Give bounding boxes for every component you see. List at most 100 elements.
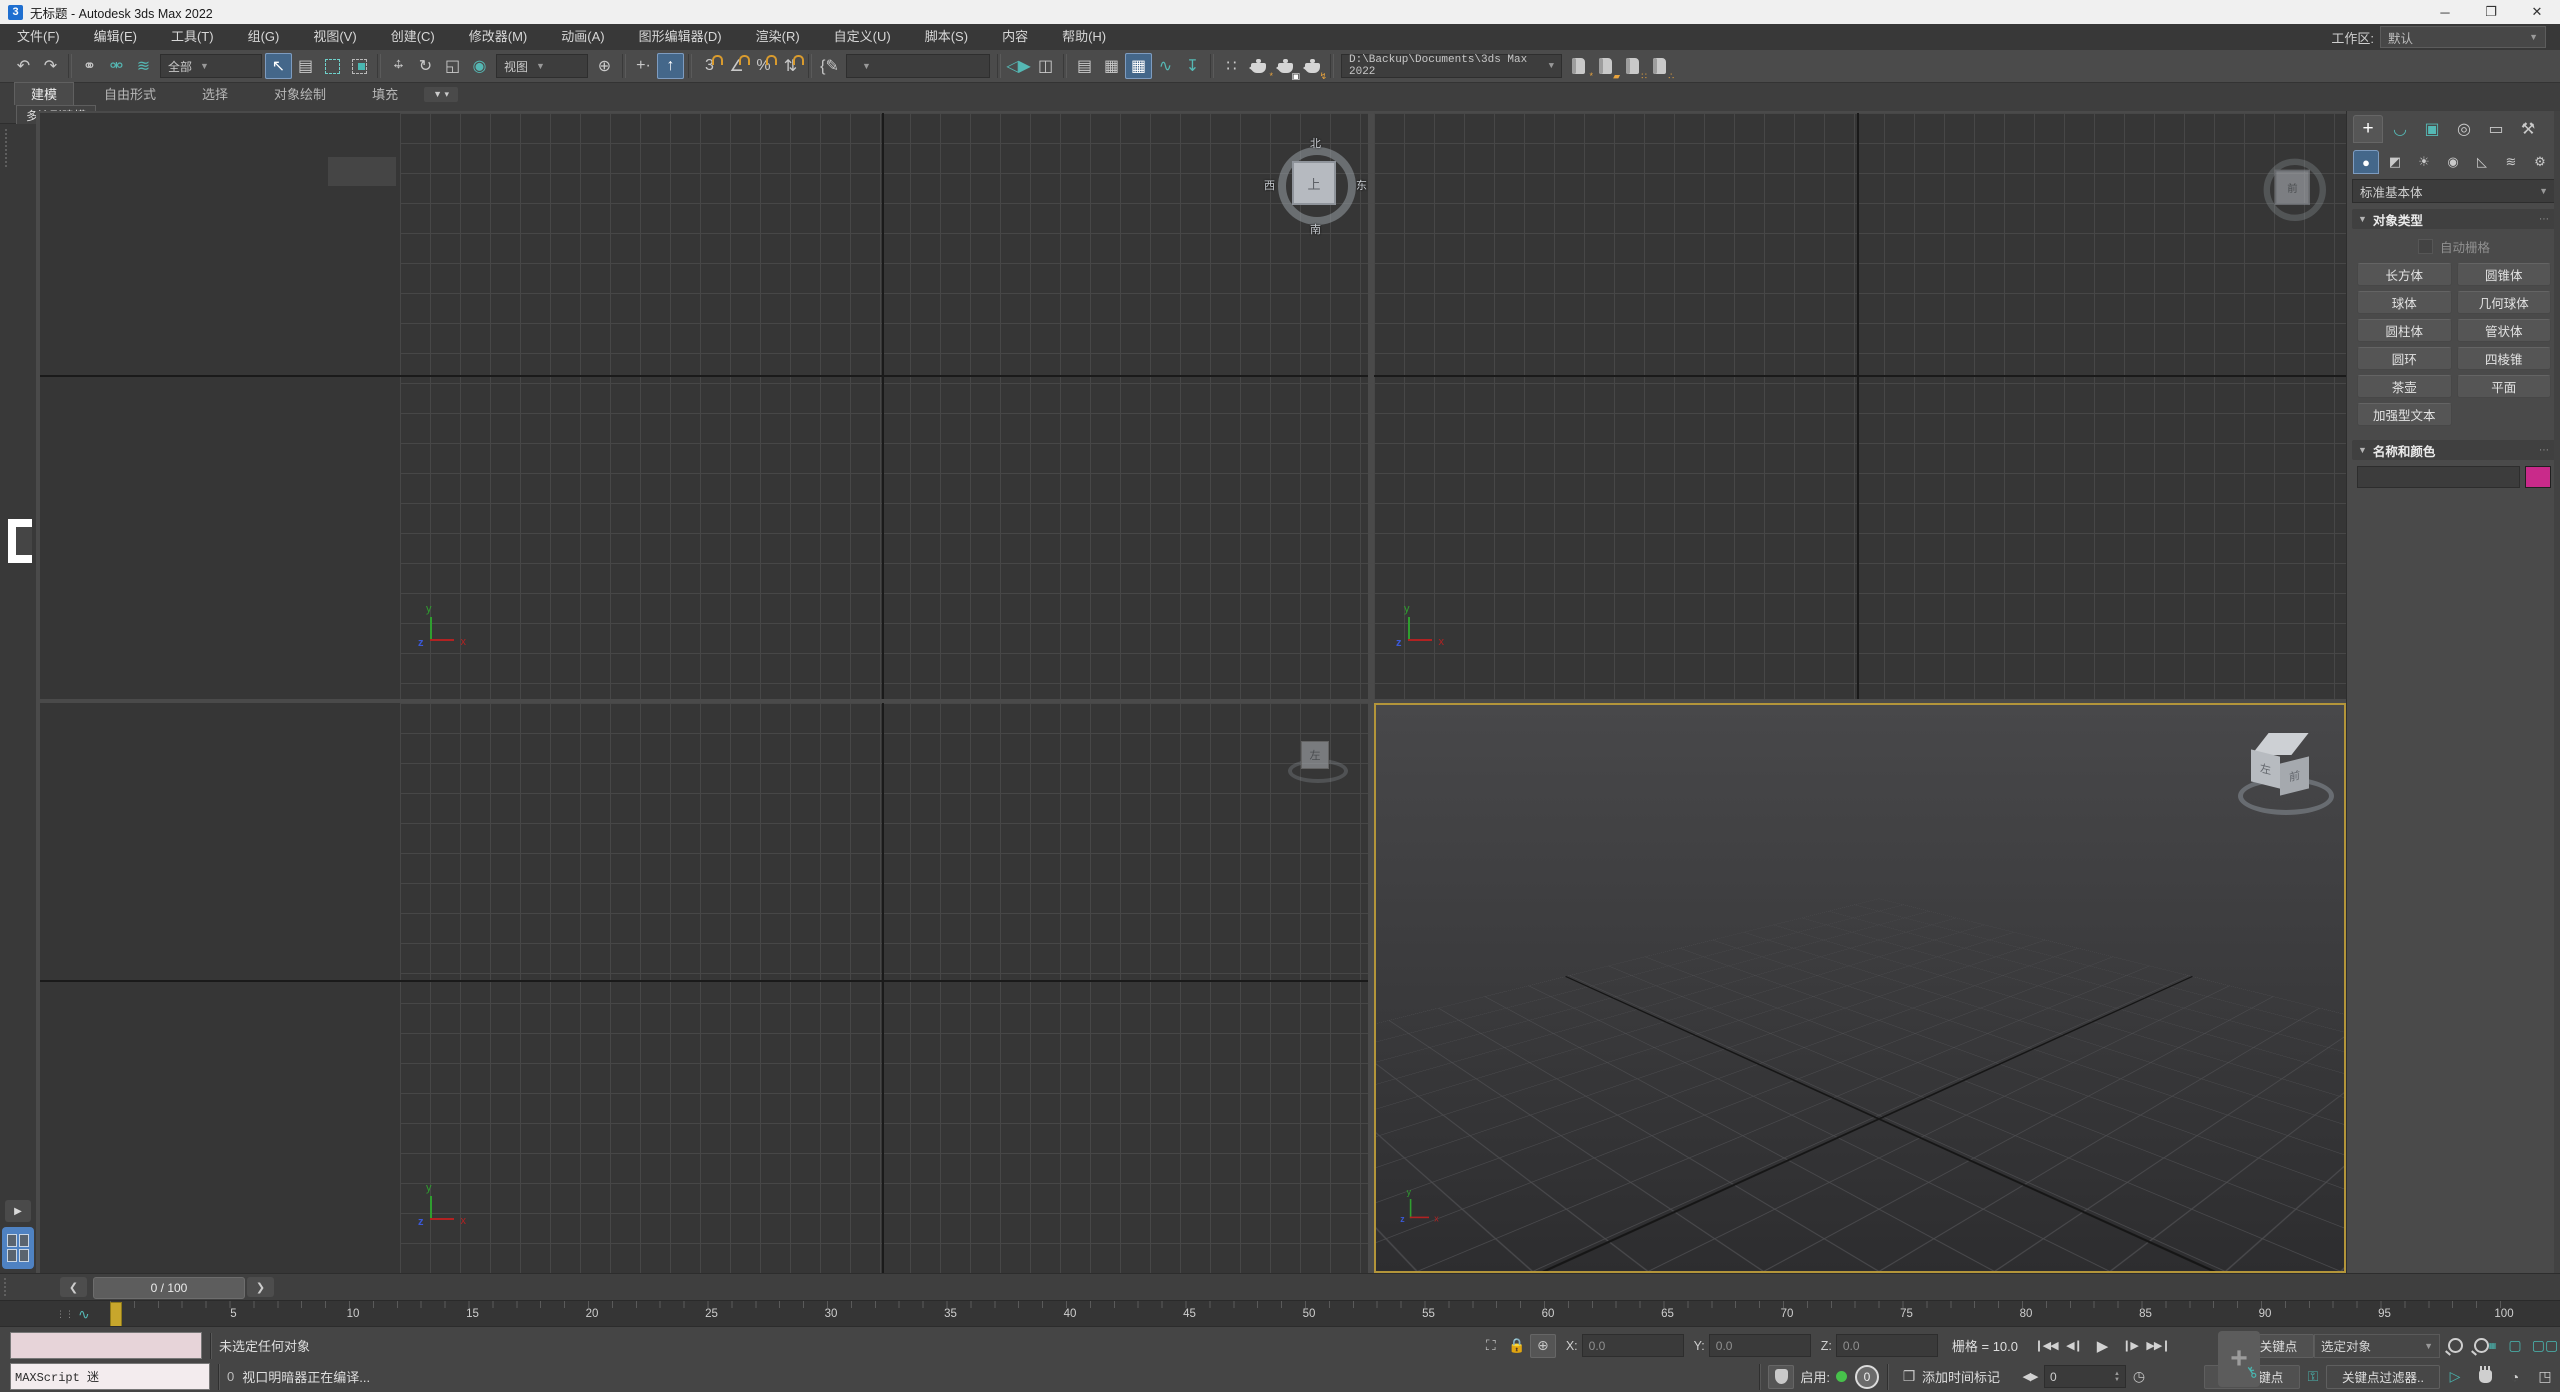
scene-explorer-icon[interactable]: ▤ <box>1071 53 1098 79</box>
previous-frame-arrow[interactable]: ❮ <box>60 1277 87 1297</box>
select-rotate-icon[interactable]: ↻ <box>412 53 439 79</box>
external-refs-icon[interactable]: ∴ <box>1646 53 1673 79</box>
snap-angle-icon[interactable]: ∠ <box>723 53 750 79</box>
viewcube[interactable]: 左 前 <box>2232 731 2342 821</box>
key-mode-toggle-icon[interactable]: ◀▶ <box>2016 1366 2044 1388</box>
ribbon-tab[interactable]: 填充 <box>356 83 414 105</box>
rollout-object-type-header[interactable]: ▼ 对象类型 ⋯ <box>2352 209 2556 229</box>
tab-display-icon[interactable]: ▭ <box>2481 115 2511 143</box>
autogrid-checkbox[interactable] <box>2418 239 2433 254</box>
selection-region-icon[interactable] <box>319 53 346 79</box>
compass-north[interactable]: 北 <box>1310 135 1321 151</box>
menu-item[interactable]: 编辑(E) <box>77 24 154 50</box>
category-geometry-icon[interactable]: ● <box>2353 150 2379 174</box>
primitive-category-select[interactable]: 标准基本体 ▼ <box>2352 179 2556 203</box>
object-name-input[interactable] <box>2357 466 2520 488</box>
z-coordinate-field[interactable]: 0.0 <box>1836 1334 1938 1357</box>
x-coordinate-field[interactable]: 0.0 <box>1582 1334 1684 1357</box>
field-of-view-icon[interactable]: ▷ <box>2440 1365 2470 1389</box>
render-production-icon[interactable]: ↯ <box>1299 53 1326 79</box>
compass-south[interactable]: 南 <box>1310 221 1321 237</box>
primitive-button[interactable]: 圆柱体 <box>2357 319 2452 342</box>
menu-item[interactable]: 工具(T) <box>154 24 231 50</box>
current-frame-field[interactable]: 0 ▲ ▼ <box>2044 1365 2126 1388</box>
primitive-button[interactable]: 圆环 <box>2357 347 2452 370</box>
ribbon-tab[interactable]: 建模 <box>14 82 74 105</box>
zoom-all-icon[interactable]: ▦ <box>2470 1334 2500 1358</box>
time-configuration-icon[interactable]: ◷ <box>2126 1365 2152 1389</box>
select-manipulate-icon[interactable]: +· <box>630 53 657 79</box>
maxscript-mini-listener[interactable]: MAXScript 迷 <box>10 1363 210 1390</box>
workspace-select[interactable]: 默认 ▼ <box>2380 26 2546 48</box>
restore-button[interactable]: ❐ <box>2468 0 2514 24</box>
tab-create-icon[interactable]: + <box>2353 115 2383 143</box>
compass-east[interactable]: 东 <box>1356 177 1367 193</box>
viewport-top[interactable]: 上 北 南 西 东 y x z <box>40 113 1368 699</box>
primitive-button[interactable]: 管状体 <box>2457 319 2552 342</box>
object-color-swatch[interactable] <box>2525 466 2551 488</box>
viewport-left[interactable]: 左 y x z <box>40 703 1368 1273</box>
tab-hierarchy-icon[interactable]: ▣ <box>2417 115 2447 143</box>
tab-utilities-icon[interactable]: ⚒ <box>2513 115 2543 143</box>
menu-item[interactable]: 内容 <box>985 24 1045 50</box>
set-keys-button[interactable]: + ⚷ <box>2218 1331 2260 1387</box>
isolate-selection-icon[interactable]: ⛶ <box>1478 1334 1504 1358</box>
add-time-tag[interactable]: 添加时间标记 <box>1922 1367 2000 1386</box>
current-frame-marker[interactable] <box>110 1302 122 1328</box>
bind-spacewarp-icon[interactable]: ≋ <box>130 53 157 79</box>
render-setup-icon[interactable]: * <box>1245 53 1272 79</box>
menu-item[interactable]: 修改器(M) <box>452 24 545 50</box>
menu-item[interactable]: 动画(A) <box>544 24 621 50</box>
go-to-start-icon[interactable]: ❙◀◀ <box>2032 1335 2060 1357</box>
y-coordinate-field[interactable]: 0.0 <box>1709 1334 1811 1357</box>
tab-modify-icon[interactable]: ◡ <box>2385 115 2415 143</box>
project-settings-icon[interactable]: * <box>1565 53 1592 79</box>
menu-item[interactable]: 帮助(H) <box>1045 24 1123 50</box>
window-crossing-icon[interactable] <box>346 53 373 79</box>
pan-view-icon[interactable] <box>2470 1365 2500 1389</box>
previous-frame-icon[interactable]: ◀❙ <box>2060 1335 2088 1357</box>
track-bar[interactable]: ⋮⋮∿ 051015202530354045505560657075808590… <box>0 1300 2560 1327</box>
category-shapes-icon[interactable]: ◩ <box>2382 150 2408 174</box>
zoom-extents-all-icon[interactable]: ▢▢ <box>2530 1334 2560 1358</box>
align-icon[interactable]: ◫ <box>1032 53 1059 79</box>
ribbon-tab[interactable]: 对象绘制 <box>258 83 342 105</box>
menu-item[interactable]: 文件(F) <box>0 24 77 50</box>
menu-item[interactable]: 图形编辑器(D) <box>622 24 739 50</box>
project-folder-select[interactable]: D:\Backup\Documents\3ds Max 2022 ▼ <box>1341 54 1562 78</box>
maxscript-input[interactable] <box>10 1332 202 1359</box>
undo-icon[interactable]: ↶ <box>10 53 37 79</box>
viewcube[interactable]: 上 北 南 西 东 <box>1268 137 1364 233</box>
menu-item[interactable]: 自定义(U) <box>817 24 908 50</box>
next-frame-icon[interactable]: ❙▶ <box>2116 1335 2144 1357</box>
layer-explorer-icon[interactable]: ▦ <box>1098 53 1125 79</box>
rendered-frame-icon[interactable]: ▣ <box>1272 53 1299 79</box>
select-move-icon[interactable]: ↔ ↕ <box>385 53 412 79</box>
selection-lock-icon[interactable]: 🔒 <box>1504 1334 1530 1358</box>
layout-tab-quad[interactable] <box>2 1227 34 1269</box>
link-icon[interactable]: ⚭ <box>76 53 103 79</box>
ribbon-tab[interactable]: 选择 <box>186 83 244 105</box>
viewport-front[interactable]: 前 y x z <box>1374 113 2346 699</box>
curve-editor-icon[interactable]: ∿ <box>1152 53 1179 79</box>
menu-item[interactable]: 脚本(S) <box>908 24 985 50</box>
zoom-icon[interactable] <box>2440 1334 2470 1358</box>
orbit-icon[interactable]: ◔ <box>2500 1365 2530 1389</box>
compass-west[interactable]: 西 <box>1264 177 1275 193</box>
coord-system-select[interactable]: 视图 ▼ <box>496 54 588 78</box>
viewcube-face-left[interactable]: 左 <box>1301 741 1329 769</box>
primitive-button[interactable]: 几何球体 <box>2457 291 2552 314</box>
menu-item[interactable]: 创建(C) <box>374 24 452 50</box>
primitive-button[interactable]: 球体 <box>2357 291 2452 314</box>
snap-3d-icon[interactable]: 3 <box>696 53 723 79</box>
ribbon-dropdown-icon[interactable]: ▼ ▾ <box>424 87 458 102</box>
toolbar-grip[interactable] <box>4 128 8 168</box>
key-filters-button[interactable]: 关键点过滤器.. <box>2326 1365 2440 1389</box>
time-slider[interactable]: 0 / 100 <box>93 1277 245 1299</box>
selection-filter-select[interactable]: 全部 ▼ <box>160 54 262 78</box>
play-icon[interactable]: ▶ <box>2088 1335 2116 1357</box>
mirror-icon[interactable]: ◁▶ <box>1005 53 1032 79</box>
menu-item[interactable]: 渲染(R) <box>739 24 817 50</box>
primitive-button[interactable]: 平面 <box>2457 375 2552 398</box>
key-icon[interactable]: ⚿ <box>2300 1365 2326 1389</box>
